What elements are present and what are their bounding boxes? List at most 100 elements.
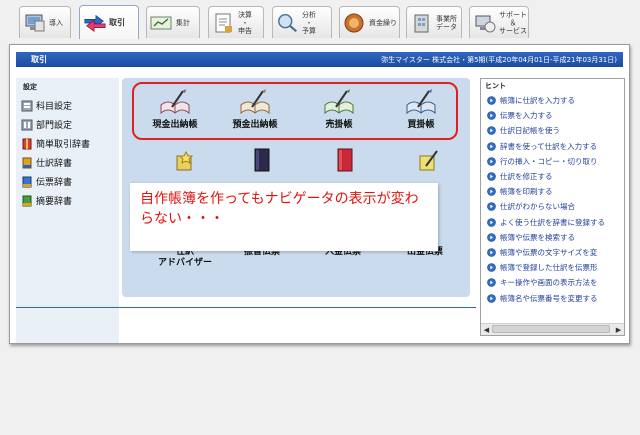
- tab-bunseki[interactable]: 分析 ・ 予算: [272, 6, 332, 38]
- hint-link-text: 帳簿に仕訳を入力する: [500, 96, 575, 106]
- main-tab-bar: 導入 取引 集計 決算 ・ 申告 分析 ・ 予算 資金繰り 事業所 データ サポ…: [0, 0, 640, 44]
- tab-torihiki-label: 取引: [109, 17, 125, 27]
- side-item-summary-dictionary[interactable]: 摘要辞書: [19, 191, 116, 210]
- nav-item-label: 売掛帳: [325, 120, 353, 130]
- hint-link-text: 帳簿で登録した仕訳を伝票形: [500, 263, 598, 273]
- help-bullet-icon: [487, 278, 496, 288]
- hint-horizontal-scrollbar[interactable]: ◀ ▶: [481, 323, 624, 335]
- journal-advisor-icon: [174, 150, 196, 172]
- window-title: 取引: [31, 55, 47, 64]
- scroll-left-arrow-icon[interactable]: ◀: [482, 325, 491, 334]
- help-bullet-icon: [487, 141, 496, 151]
- transfer-slip-book-icon: [253, 148, 271, 172]
- hint-link-text: 帳簿や伝票を検索する: [500, 232, 575, 242]
- tab-shikin[interactable]: 資金繰り: [339, 6, 400, 38]
- tab-shukei[interactable]: 集計: [146, 6, 200, 38]
- side-item-label: 摘要辞書: [36, 197, 73, 207]
- tab-support-label: サポート ＆ サービス: [499, 10, 527, 35]
- settlement-document-icon: [212, 11, 236, 35]
- help-bullet-icon: [487, 248, 496, 257]
- nav-item-label: 預金出納帳: [232, 120, 278, 130]
- hint-link[interactable]: よく使う仕訳を辞書に登録する: [481, 215, 624, 230]
- hint-link[interactable]: 行の挿入・コピー・切り取り: [481, 154, 624, 169]
- hint-list: 帳簿に仕訳を入力する 伝票を入力する仕訳日記帳を使う辞書を使って仕訳を入力する 行の…: [481, 93, 624, 306]
- help-bullet-icon: [487, 187, 496, 197]
- hint-link-text: 仕訳がわからない場合: [500, 202, 575, 212]
- hint-link-text: キー操作や画面の表示方法を: [500, 278, 598, 288]
- hint-link[interactable]: 帳簿や伝票を検索する: [481, 230, 624, 245]
- analysis-magnifier-icon: [276, 11, 300, 35]
- deposit-book-icon: [238, 86, 272, 118]
- department-settings-icon: [21, 119, 33, 131]
- hint-link[interactable]: 帳簿を印刷する: [481, 184, 624, 199]
- hint-link[interactable]: 仕訳を修正する: [481, 169, 624, 184]
- hint-link-text: 仕訳を修正する: [500, 172, 553, 182]
- hint-link[interactable]: 帳簿や伝票の文字サイズを変: [481, 245, 624, 260]
- nav-payable-book[interactable]: 買掛帳: [386, 86, 456, 131]
- nav-item-label: 買掛帳: [407, 120, 435, 130]
- cash-book-icon: [158, 86, 192, 118]
- nav-deposit-book[interactable]: 預金出納帳: [220, 86, 290, 131]
- funds-icon: [343, 11, 367, 35]
- hint-link[interactable]: 仕訳日記帳を使う: [481, 123, 624, 138]
- tab-jigyosho-label: 事業所 データ: [436, 14, 457, 31]
- hint-link[interactable]: 仕訳がわからない場合: [481, 199, 624, 214]
- office-data-icon: [410, 11, 434, 35]
- tab-bunseki-label: 分析 ・ 予算: [302, 10, 316, 35]
- tab-intro[interactable]: 導入: [19, 6, 71, 38]
- tab-intro-label: 導入: [49, 18, 63, 27]
- tab-kessan-label: 決算 ・ 申告: [238, 10, 252, 35]
- slip-dictionary-icon: [21, 176, 33, 188]
- summary-dictionary-icon: [21, 195, 33, 207]
- transaction-arrows-icon: [83, 11, 107, 35]
- payment-slip-pen-icon: [418, 148, 440, 172]
- hint-panel: ヒント 帳簿に仕訳を入力する 伝票を入力する 仕訳日記帳を使う 辞書を使って仕訳を入力…: [480, 78, 625, 336]
- intro-computer-icon: [23, 11, 47, 35]
- hint-link[interactable]: 帳簿に仕訳を入力する: [481, 93, 624, 108]
- settings-panel: 設定 科目設定 部門設定 簡単取引辞書 仕訳辞書 伝票辞書 摘要辞書: [16, 78, 119, 343]
- tab-jigyosho[interactable]: 事業所 データ: [406, 6, 462, 38]
- help-bullet-icon: [487, 263, 496, 272]
- side-item-account-settings[interactable]: 科目設定: [19, 96, 116, 115]
- side-item-label: 仕訳辞書: [36, 159, 73, 169]
- hint-link[interactable]: 辞書を使って仕訳を入力する: [481, 139, 624, 154]
- hint-link-text: 伝票を入力する: [500, 111, 553, 121]
- side-item-label: 伝票辞書: [36, 178, 73, 188]
- side-item-label: 簡単取引辞書: [36, 140, 91, 150]
- help-bullet-icon: [487, 293, 496, 303]
- hint-link-text: よく使う仕訳を辞書に登録する: [500, 217, 605, 227]
- help-bullet-icon: [487, 217, 496, 227]
- scroll-right-arrow-icon[interactable]: ▶: [614, 325, 623, 334]
- nav-receivable-book[interactable]: 売掛帳: [304, 86, 374, 131]
- hint-link[interactable]: 伝票を入力する: [481, 108, 624, 123]
- help-bullet-icon: [487, 126, 496, 136]
- scroll-thumb[interactable]: [492, 325, 610, 333]
- hint-link-text: 行の挿入・コピー・切り取り: [500, 156, 598, 166]
- hint-link[interactable]: キー操作や画面の表示方法を: [481, 275, 624, 290]
- nav-item-label: 現金出納帳: [152, 120, 198, 130]
- support-icon: [473, 11, 497, 35]
- annotation-callout: 自作帳簿を作ってもナビゲータの表示が変わらない・・・: [130, 183, 438, 251]
- side-item-slip-dictionary[interactable]: 伝票辞書: [19, 172, 116, 191]
- tab-shikin-label: 資金繰り: [369, 18, 397, 27]
- side-item-easy-dictionary[interactable]: 簡単取引辞書: [19, 134, 116, 153]
- hint-link[interactable]: 帳簿名や伝票番号を変更する: [481, 290, 624, 305]
- tab-torihiki[interactable]: 取引: [79, 5, 139, 39]
- hint-link[interactable]: 帳簿で登録した仕訳を伝票形: [481, 260, 624, 275]
- tab-support[interactable]: サポート ＆ サービス: [469, 6, 529, 38]
- hint-link-text: 帳簿名や伝票番号を変更する: [500, 293, 598, 303]
- help-bullet-icon: [487, 157, 496, 166]
- help-bullet-icon: [487, 232, 496, 242]
- nav-cash-book[interactable]: 現金出納帳: [140, 86, 210, 131]
- side-item-department-settings[interactable]: 部門設定: [19, 115, 116, 134]
- side-item-journal-dictionary[interactable]: 仕訳辞書: [19, 153, 116, 172]
- receipt-slip-book-icon: [336, 148, 354, 172]
- hint-link-text: 辞書を使って仕訳を入力する: [500, 141, 598, 151]
- hint-link-text: 帳簿を印刷する: [500, 187, 553, 197]
- help-bullet-icon: [487, 172, 496, 181]
- ledger-chart-icon: [150, 11, 174, 35]
- tab-kessan[interactable]: 決算 ・ 申告: [208, 6, 264, 38]
- side-item-label: 科目設定: [36, 102, 73, 112]
- hint-link-text: 帳簿や伝票の文字サイズを変: [500, 247, 598, 257]
- navigator-divider: [16, 307, 476, 308]
